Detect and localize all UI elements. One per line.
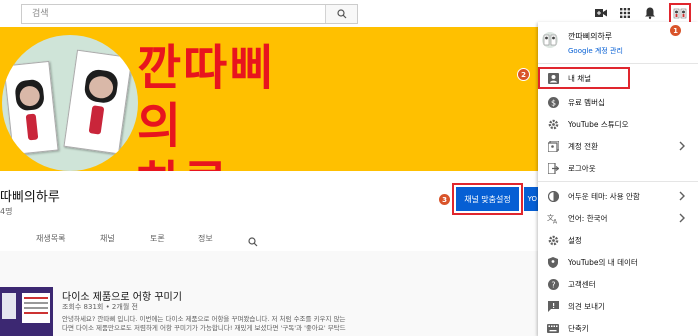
photo-card-right [63,49,133,155]
chevron-right-icon [679,191,685,201]
menu-item-dark-theme[interactable]: 어두운 테마: 사용 안함 [538,185,698,207]
menu-item-youtube-studio[interactable]: YouTube 스튜디오 [538,113,698,135]
menu-item-settings[interactable]: 설정 [538,229,698,251]
menu-item-help[interactable]: ? 고객센터 [538,273,698,295]
svg-text:?: ? [551,280,555,289]
keyboard-icon [547,322,559,334]
photo-card-left [3,60,59,156]
banner-photo [2,35,138,171]
menu-item-label: 언어: 한국어 [568,214,608,223]
menu-item-paid-memberships[interactable]: $ 유료 멤버십 [538,91,698,113]
tab-discussion[interactable]: 토론 [150,233,165,244]
menu-item-my-data[interactable]: YouTube의 내 데이터 [538,251,698,273]
my-channel-highlight-box [538,67,630,89]
menu-item-label: 계정 전환 [568,142,598,151]
svg-text:$: $ [550,98,555,107]
menu-item-label: 의견 보내기 [568,302,605,311]
theme-icon [547,190,559,202]
menu-item-label: YouTube 스튜디오 [568,120,629,129]
menu-item-label: 어두운 테마: 사용 안함 [568,192,640,201]
channel-search-button[interactable] [248,232,258,251]
search-button[interactable] [325,5,357,23]
apps-button[interactable] [617,5,633,21]
menu-divider [538,181,698,182]
menu-item-label: 고객센터 [568,280,596,289]
svg-text:A: A [553,218,558,224]
help-icon: ? [547,278,559,290]
banner-title: 깐따삐의 하루 [137,39,277,171]
switch-account-icon [547,140,559,152]
video-camera-plus-icon [595,9,607,17]
menu-item-label: 유료 멤버십 [568,98,605,107]
step-marker-3: 3 [438,193,451,206]
menu-item-logout[interactable]: 로그아웃 [538,157,698,179]
notifications-button[interactable] [642,5,658,21]
tab-channels[interactable]: 채널 [100,233,115,244]
avatar-icon [543,34,557,46]
settings-icon [547,234,559,246]
menu-item-label: 로그아웃 [568,164,596,173]
video-description-line1: 안녕하세요? 깐따삐 입니다. 이번에는 다이소 제품으로 어항을 꾸며봤습니다… [62,315,346,323]
tab-about[interactable]: 정보 [198,233,213,244]
video-description-line2: 다면 다이소 제품만으로도 저렴하게 어항 꾸미기가 가능합니다! 재밌게 보셨… [62,324,346,332]
menu-item-language[interactable]: 文A 언어: 한국어 [538,207,698,229]
apps-grid-icon [620,8,630,18]
menu-item-switch-account[interactable]: 계정 전환 [538,135,698,157]
logout-icon [547,162,559,174]
dollar-icon: $ [547,96,559,108]
youtube-studio-button[interactable]: YO [524,187,538,211]
step-marker-2: 2 [517,68,530,81]
search-box [21,4,358,24]
subscriber-count: 4명 [0,207,13,216]
chevron-right-icon [679,141,685,151]
search-input[interactable] [22,5,327,23]
video-meta: 조회수 831회 • 2개월 전 [62,303,138,311]
video-title[interactable]: 다이소 제품으로 어항 꾸미기 [62,288,182,303]
menu-item-label: YouTube의 내 데이터 [568,258,638,267]
customize-channel-button[interactable]: 채널 맞춤설정 [456,187,519,211]
step-marker-1: 1 [669,24,682,37]
chevron-right-icon [679,213,685,223]
menu-item-feedback[interactable]: 의견 보내기 [538,295,698,317]
account-menu: 깐따삐의하루 Google 계정 관리 내 채널 $ 유료 멤버십 YouTub… [538,22,698,336]
search-icon [336,9,346,19]
avatar-icon [673,8,687,19]
account-user-name: 깐따삐의하루 [568,32,613,41]
menu-item-label: 단축키 [568,324,589,333]
avatar [542,32,558,48]
video-thumbnail[interactable] [0,287,53,336]
menu-item-label: 설정 [568,236,582,245]
channel-header: 따삐의하루 4명 채널 맞춤설정 YO 재생목록 채널 토론 정보 [0,171,538,251]
manage-google-account-link[interactable]: Google 계정 관리 [568,46,623,56]
shield-icon [547,256,559,268]
search-icon [248,237,258,247]
gear-icon [547,118,559,130]
banner-title-line2: 하루 [137,155,277,171]
banner-title-line1: 깐따삐의 [137,40,276,154]
tab-playlists[interactable]: 재생목록 [36,233,65,244]
menu-item-keyboard-shortcuts[interactable]: 단축키 [538,317,698,336]
create-video-button[interactable] [593,5,609,21]
channel-content: 다이소 제품으로 어항 꾸미기 조회수 831회 • 2개월 전 안녕하세요? … [0,251,538,336]
channel-banner: 깐따삐의 하루 [0,27,538,171]
feedback-icon [547,300,559,312]
channel-name: 따삐의하루 [0,190,60,205]
bell-icon [645,7,655,19]
translate-icon: 文A [547,212,559,224]
video-description: 안녕하세요? 깐따삐 입니다. 이번에는 다이소 제품으로 어항을 꾸며봤습니다… [62,315,532,333]
